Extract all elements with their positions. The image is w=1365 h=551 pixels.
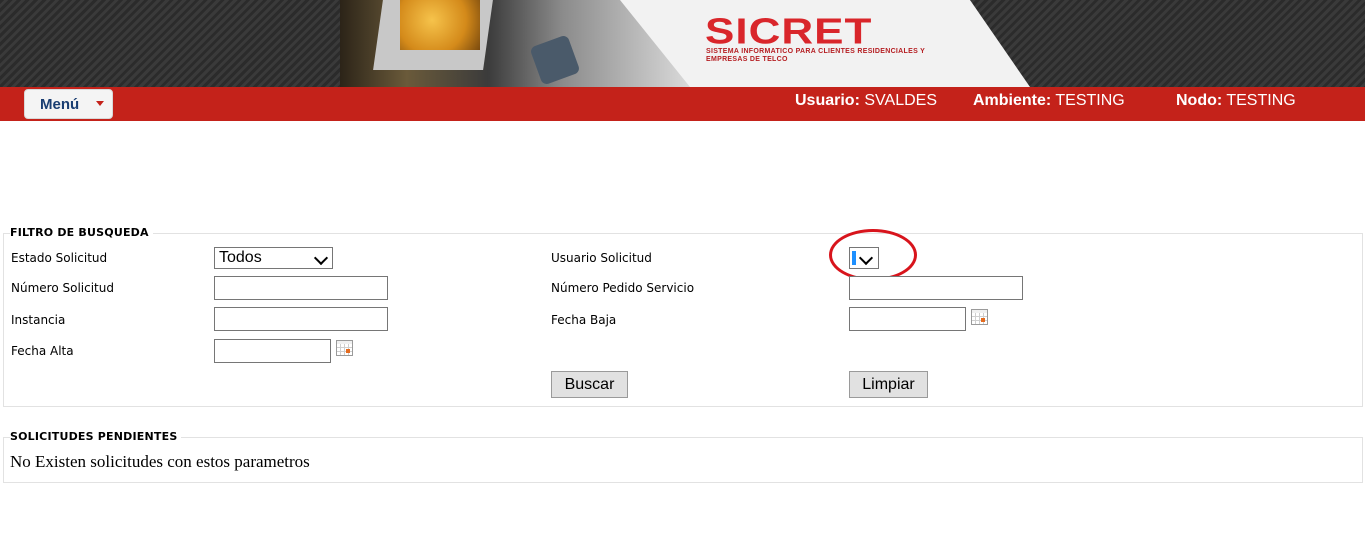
sicret-logo: SICRET [705, 11, 873, 52]
numero-pedido-input[interactable] [849, 276, 1023, 300]
menu-button-label: Menú [40, 96, 80, 113]
user-info-label: Usuario: [795, 92, 860, 109]
search-filter-legend: FILTRO DE BUSQUEDA [10, 226, 153, 239]
highlight-circle [829, 229, 917, 281]
user-info-value: SVALDES [864, 92, 937, 109]
numero-solicitud-label: Número Solicitud [11, 281, 114, 295]
laptop-screen-image [400, 0, 480, 50]
environment-info-label: Ambiente: [973, 92, 1052, 109]
numero-solicitud-input[interactable] [214, 276, 388, 300]
menu-button[interactable]: Menú [24, 89, 113, 119]
fecha-alta-input[interactable] [214, 339, 331, 363]
instancia-label: Instancia [11, 313, 66, 327]
instancia-input[interactable] [214, 307, 388, 331]
limpiar-button[interactable]: Limpiar [849, 371, 928, 398]
sicret-logo-subtitle: SISTEMA INFORMATICO PARA CLIENTES RESIDE… [706, 48, 926, 63]
environment-info-value: TESTING [1055, 92, 1125, 109]
usuario-solicitud-label: Usuario Solicitud [551, 251, 652, 265]
caret-down-icon [96, 101, 104, 106]
user-info: Usuario: SVALDES [795, 92, 937, 110]
fecha-alta-label: Fecha Alta [11, 344, 74, 358]
node-info-value: TESTING [1226, 92, 1296, 109]
estado-solicitud-select[interactable]: Todos [214, 247, 333, 269]
node-info: Nodo: TESTING [1176, 92, 1296, 110]
fecha-baja-input[interactable] [849, 307, 966, 331]
empty-results-message: No Existen solicitudes con estos paramet… [10, 452, 310, 471]
pending-requests-legend: SOLICITUDES PENDIENTES [10, 430, 182, 443]
calendar-icon[interactable] [971, 309, 988, 325]
node-info-label: Nodo: [1176, 92, 1223, 109]
calendar-icon[interactable] [336, 340, 353, 356]
chevron-down-icon [313, 250, 329, 266]
search-filter-fieldset [3, 233, 1363, 407]
header-banner: SICRET SISTEMA INFORMATICO PARA CLIENTES… [0, 0, 1365, 87]
estado-solicitud-value: Todos [219, 249, 262, 266]
numero-pedido-label: Número Pedido Servicio [551, 281, 695, 295]
fecha-baja-label: Fecha Baja [551, 313, 617, 327]
environment-info: Ambiente: TESTING [973, 92, 1125, 110]
buscar-button[interactable]: Buscar [551, 371, 628, 398]
estado-solicitud-label: Estado Solicitud [11, 251, 108, 265]
nav-bar [0, 87, 1365, 121]
